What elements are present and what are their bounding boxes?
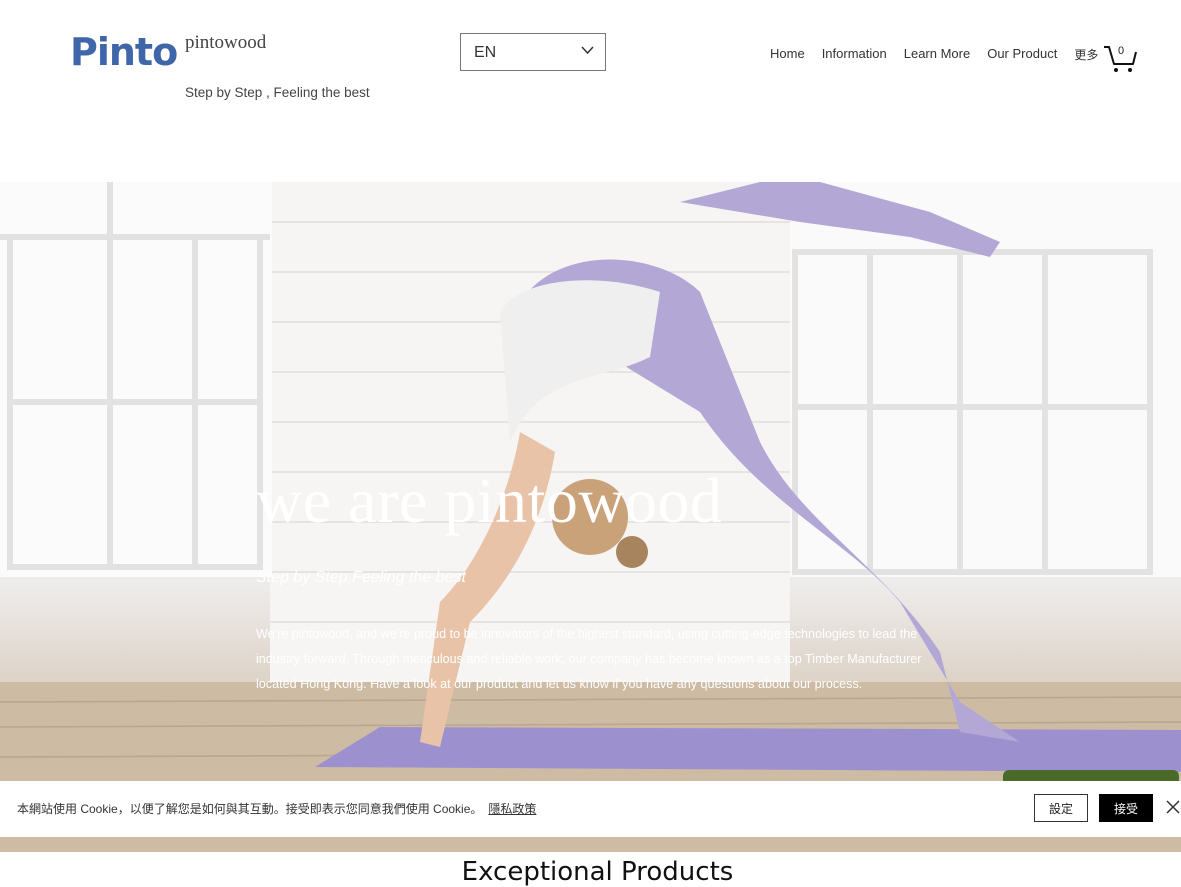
site-name[interactable]: pintowood [185,32,266,54]
cookie-text-row: 本網站使用 Cookie，以便了解您是如何與其互動。接受即表示您同意我們使用 C… [17,800,536,817]
hero-title: we are pintowood [256,465,723,536]
logo[interactable]: Pinto [70,30,178,74]
language-selector[interactable]: EN [460,33,606,71]
cookie-banner: 本網站使用 Cookie，以便了解您是如何與其互動。接受即表示您同意我們使用 C… [0,781,1181,837]
site-header: Pinto pintowood Step by Step , Feeling t… [0,0,1181,182]
cookie-accept-button[interactable]: 接受 [1099,794,1153,822]
close-icon[interactable] [1166,800,1180,814]
language-value: EN [474,44,497,61]
nav-more[interactable]: 更多 [1074,46,1098,63]
hero-subtitle: Step by Step,Feeling the best [256,569,466,586]
main-nav: Home Information Learn More Our Product … [770,46,1098,63]
section-heading: Exceptional Products [461,857,734,887]
cookie-settings-button[interactable]: 設定 [1034,794,1088,822]
nav-information[interactable]: Information [822,46,887,63]
cart-count: 0 [1118,45,1125,57]
hero-section: we are pintowood Step by Step,Feeling th… [0,182,1181,852]
nav-home[interactable]: Home [770,46,805,63]
site-tagline: Step by Step , Feeling the best [185,85,370,100]
privacy-policy-link[interactable]: 隱私政策 [488,802,536,816]
nav-learn-more[interactable]: Learn More [904,46,970,63]
chevron-down-icon [581,46,594,55]
cookie-message: 本網站使用 Cookie，以便了解您是如何與其互動。接受即表示您同意我們使用 C… [17,802,483,816]
hero-body-text: We're pintowood, and we're proud to be i… [256,627,922,691]
nav-our-product[interactable]: Our Product [987,46,1057,63]
